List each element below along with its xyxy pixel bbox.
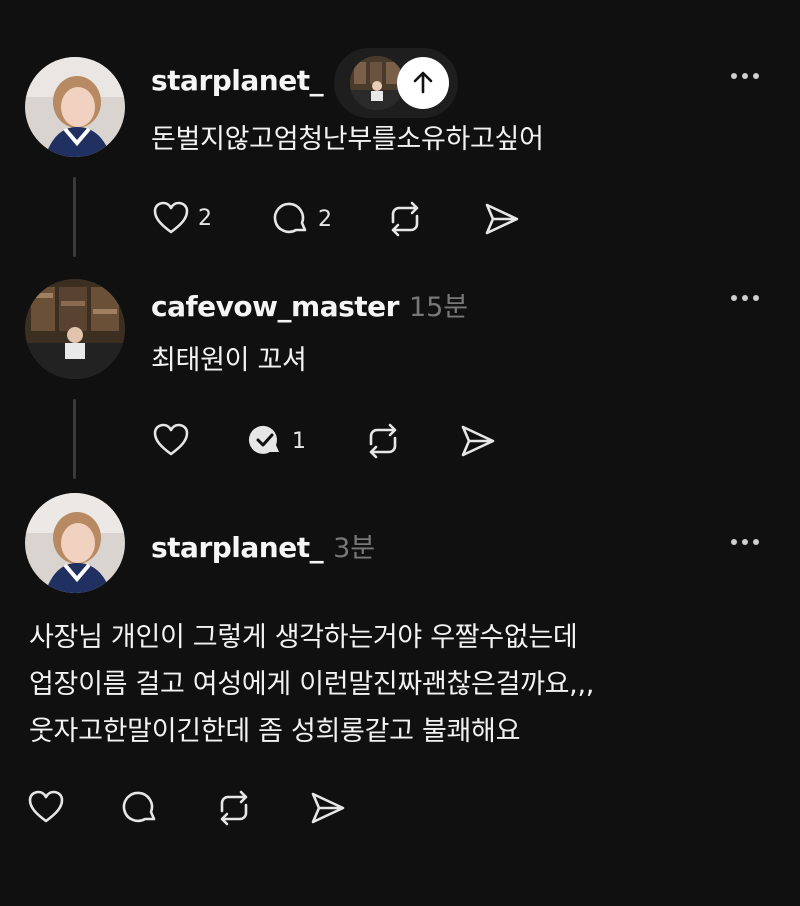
avatar xyxy=(350,56,404,110)
post-text: 최태원이 꼬셔 xyxy=(151,345,307,376)
repost-icon xyxy=(369,423,397,459)
reply-button[interactable]: 1 xyxy=(246,422,306,460)
repost-icon xyxy=(391,201,419,237)
scroll-top-button[interactable] xyxy=(397,57,449,109)
comment-icon xyxy=(273,202,307,234)
post-header: starplanet_1 xyxy=(151,64,350,97)
reply-button[interactable] xyxy=(121,789,159,827)
avatar[interactable] xyxy=(25,493,125,593)
heart-icon xyxy=(153,201,189,234)
arrow-up-icon xyxy=(413,71,433,94)
post-text-line: 사장님 개인이 그렇게 생각하는거야 우짤수없는데 xyxy=(29,622,578,653)
share-button[interactable] xyxy=(459,423,497,459)
heart-icon xyxy=(153,423,189,456)
share-button[interactable] xyxy=(309,790,347,826)
avatar[interactable] xyxy=(25,279,125,379)
like-button[interactable] xyxy=(27,789,65,825)
timestamp: 3분 xyxy=(333,533,376,564)
more-icon xyxy=(731,295,737,301)
repost-button[interactable] xyxy=(386,200,424,238)
more-options-button[interactable] xyxy=(731,73,759,79)
post-text: 사장님 개인이 그렇게 생각하는거야 우짤수없는데 업장이름 걸고 여성에게 이… xyxy=(29,614,594,755)
thread-line xyxy=(73,399,76,479)
avatar[interactable] xyxy=(25,57,125,157)
like-button[interactable]: 2 xyxy=(152,200,212,236)
comment-filled-icon xyxy=(248,425,279,454)
timestamp: 15분 xyxy=(408,292,469,323)
comment-icon xyxy=(122,791,156,823)
post-text: 돈벌지않고엄청난부를소유하고싶어 xyxy=(151,124,544,155)
post-text-line: 웃자고한말이긴한데 좀 성희롱같고 불쾌해요 xyxy=(29,716,521,747)
username[interactable]: cafevow_master xyxy=(151,290,399,323)
like-button[interactable] xyxy=(152,422,190,458)
username[interactable]: starplanet_ xyxy=(151,531,324,564)
more-options-button[interactable] xyxy=(731,295,759,301)
heart-icon xyxy=(28,790,64,823)
reply-button[interactable]: 2 xyxy=(272,200,332,238)
more-icon xyxy=(731,73,737,79)
send-icon xyxy=(461,425,495,457)
post-header: starplanet_ 3분 xyxy=(151,526,375,565)
repost-button[interactable] xyxy=(364,422,402,460)
post-text-line: 업장이름 걸고 여성에게 이런말진짜괜찮은걸까요,,, xyxy=(29,669,595,700)
send-icon xyxy=(485,203,519,235)
username[interactable]: starplanet_ xyxy=(151,64,324,97)
repost-icon xyxy=(220,790,248,826)
more-options-button[interactable] xyxy=(731,539,759,545)
post-header: cafevow_master 15분 xyxy=(151,285,468,324)
thread-line xyxy=(73,177,76,257)
send-icon xyxy=(311,792,345,824)
reply-count: 2 xyxy=(318,206,332,232)
repost-button[interactable] xyxy=(215,789,253,827)
more-icon xyxy=(731,539,737,545)
reply-count: 1 xyxy=(292,428,306,454)
share-button[interactable] xyxy=(483,201,521,237)
like-count: 2 xyxy=(198,205,212,231)
